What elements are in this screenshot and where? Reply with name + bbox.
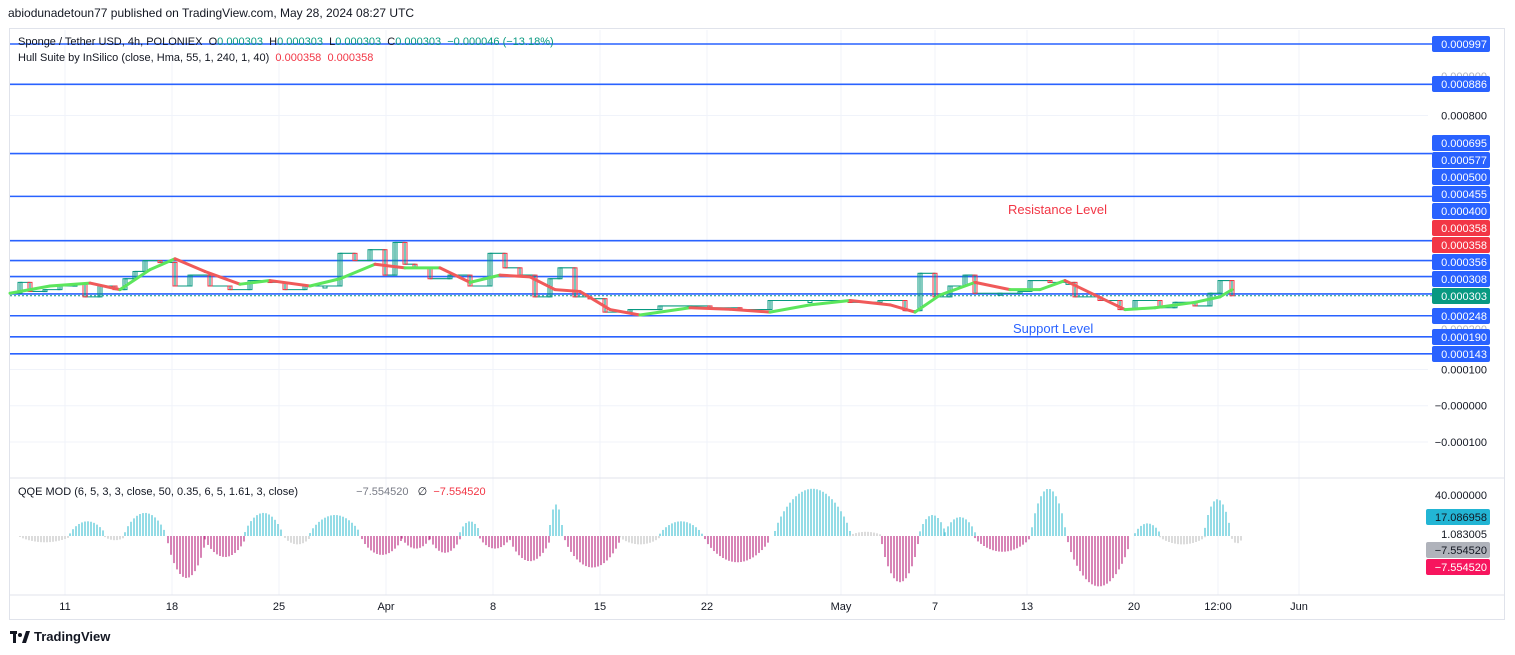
time-axis-tick: 20 <box>1128 601 1140 613</box>
price-level-label: 0.000308 <box>1441 274 1487 286</box>
hull-line-segment <box>768 303 812 314</box>
hull-line-segment <box>498 273 532 279</box>
hull-line-segment <box>688 306 732 311</box>
hull-line-segment <box>1123 306 1157 312</box>
time-axis-tick: 25 <box>273 601 285 613</box>
hull-line-segment <box>973 280 1012 292</box>
hull-line-segment <box>638 306 692 317</box>
price-axis-tick: −0.000000 <box>1435 401 1487 413</box>
price-level-label: 0.000577 <box>1441 155 1487 167</box>
hull-value-1: 0.000358 <box>275 52 322 64</box>
symbol-legend[interactable]: Sponge / Tether USD, 4h, POLONIEX O0.000… <box>18 36 554 48</box>
time-axis-tick: 15 <box>594 601 606 613</box>
hull-line-segment <box>913 293 942 314</box>
qqe-value-label: −7.554520 <box>1435 545 1487 557</box>
low-value: 0.000303 <box>335 36 382 48</box>
hull-line-segment <box>268 279 312 288</box>
chart-canvas[interactable]: Resistance Level Support Level 0.000800 0.0… <box>0 0 1515 655</box>
time-axis-tick: 18 <box>166 601 178 613</box>
time-axis-tick: 12:00 <box>1204 601 1232 613</box>
qqe-legend[interactable]: QQE MOD (6, 5, 3, 3, close, 50, 0.35, 6,… <box>18 485 486 498</box>
qqe-indicator-label: QQE MOD (6, 5, 3, 3, close, 50, 0.35, 6,… <box>18 486 299 498</box>
hull-indicator-label: Hull Suite by InSilico (close, Hma, 55, … <box>18 52 270 64</box>
hull-value-2: 0.000358 <box>327 52 374 64</box>
price-level-label: 0.000303 <box>1441 291 1487 303</box>
annotation-support-label: Support Level <box>1013 321 1093 336</box>
price-level-label: 0.000500 <box>1441 172 1487 184</box>
time-axis-tick: Jun <box>1290 601 1308 613</box>
open-label: O <box>208 36 218 48</box>
time-axis-tick: 13 <box>1021 601 1033 613</box>
price-level-label: 0.000358 <box>1441 240 1487 252</box>
change-value: −0.000046 (−13.18%) <box>447 36 554 48</box>
candle-body <box>322 285 328 289</box>
price-level-label: 0.000143 <box>1441 349 1487 361</box>
price-level-label: 0.000356 <box>1441 257 1487 269</box>
price-level-label: 0.000997 <box>1441 39 1487 51</box>
time-axis-tick: 22 <box>701 601 713 613</box>
price-level-label: 0.000358 <box>1441 223 1487 235</box>
time-axis-tick: 7 <box>932 601 938 613</box>
time-axis-tick: 11 <box>59 601 70 613</box>
tradingview-logo[interactable]: TradingView <box>10 629 110 644</box>
hull-line-segment <box>373 262 407 270</box>
qqe-axis-tick: 40.000000 <box>1435 490 1487 502</box>
time-axis-tick: Apr <box>377 601 394 613</box>
hull-legend[interactable]: Hull Suite by InSilico (close, Hma, 55, … <box>18 52 373 64</box>
price-level-label: 0.000886 <box>1441 79 1487 91</box>
close-value: 0.000303 <box>395 36 442 48</box>
hull-line-segment <box>48 281 92 288</box>
price-level-label: 0.000248 <box>1441 311 1487 323</box>
price-level-label: 0.000695 <box>1441 138 1487 150</box>
empty-set-icon: ∅ <box>417 486 428 498</box>
price-level-label: 0.000190 <box>1441 332 1487 344</box>
hull-line-segment <box>308 277 342 288</box>
hull-line-segment <box>938 280 977 297</box>
open-value: 0.000303 <box>217 36 264 48</box>
price-level-label: 0.000455 <box>1441 189 1487 201</box>
hull-line-segment <box>238 279 272 286</box>
hull-line-segment <box>553 288 582 293</box>
hull-line-segment <box>808 299 852 307</box>
qqe-value-1: −7.554520 <box>356 486 409 498</box>
tradingview-logo-text: TradingView <box>34 629 111 644</box>
qqe-axis-tick: 1.083005 <box>1441 529 1487 541</box>
tradingview-logo-icon <box>10 630 30 643</box>
price-axis-tick: 0.000100 <box>1441 364 1487 376</box>
qqe-value-label: −7.554520 <box>1435 562 1487 574</box>
symbol-label: Sponge / Tether USD, 4h, POLONIEX <box>18 36 203 48</box>
candle-body <box>807 300 813 304</box>
price-level-label: 0.000400 <box>1441 206 1487 218</box>
qqe-value-2: −7.554520 <box>433 486 486 498</box>
high-value: 0.000303 <box>277 36 323 48</box>
time-axis-tick: May <box>831 601 852 613</box>
time-axis-tick: 8 <box>490 601 496 613</box>
price-axis-tick: −0.000100 <box>1435 437 1487 449</box>
hull-line-segment <box>1063 279 1097 297</box>
qqe-value-label: 17.086958 <box>1435 512 1487 524</box>
price-axis-tick: 0.000800 <box>1441 110 1487 122</box>
annotation-resistance-label: Resistance Level <box>1008 202 1107 217</box>
high-label: H <box>269 36 278 48</box>
